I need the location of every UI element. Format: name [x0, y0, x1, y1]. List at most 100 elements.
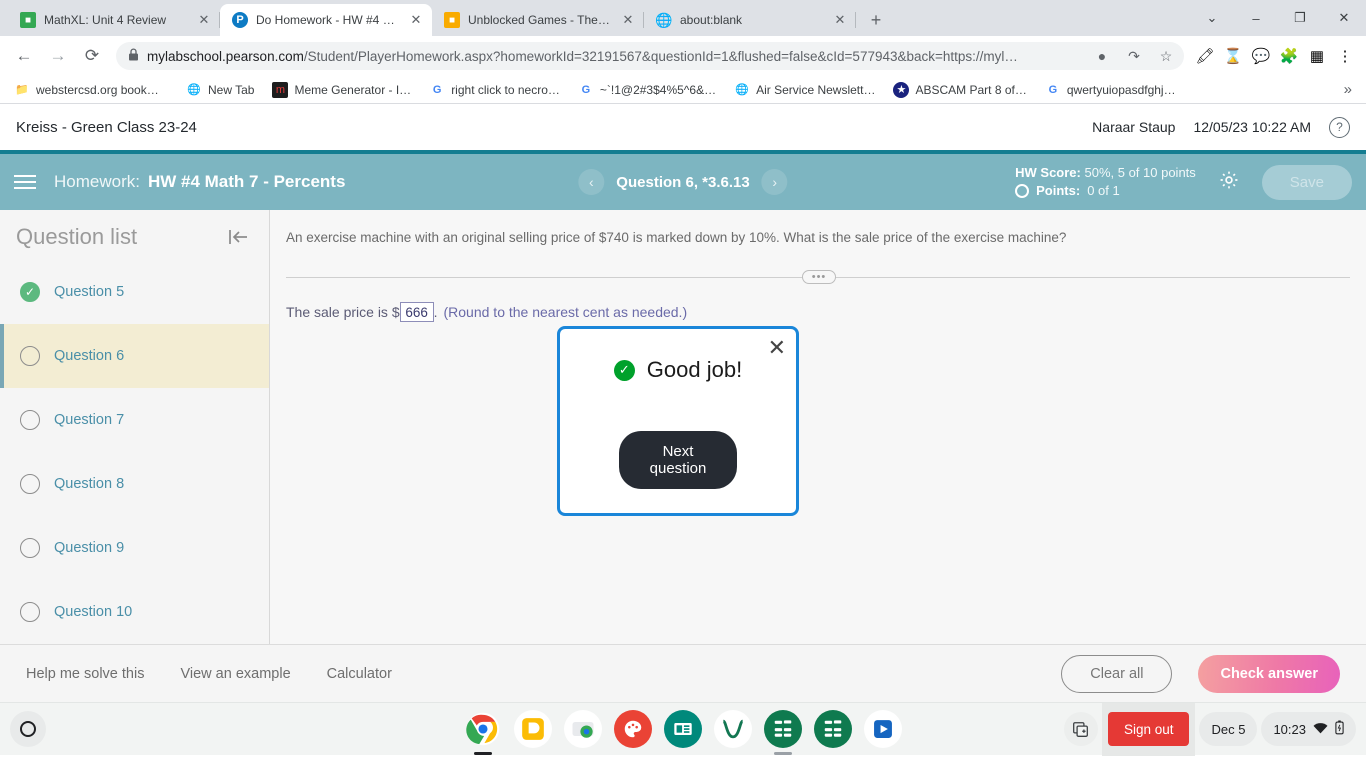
next-question-button[interactable]: Next question: [619, 431, 737, 489]
empty-circle-icon: [20, 602, 40, 622]
question-list-item-8[interactable]: Question 8: [0, 452, 269, 516]
next-question-icon[interactable]: ›: [761, 169, 788, 195]
purple-extension-icon[interactable]: 💬: [1248, 43, 1274, 69]
answer-row: The sale price is $ . (Round to the near…: [286, 302, 1350, 323]
browser-tab-strip: ■ MathXL: Unit 4 Review ✕ P Do Homework …: [0, 0, 1366, 36]
desmos-icon[interactable]: [714, 710, 752, 748]
canvas-paint-icon[interactable]: [614, 710, 652, 748]
chrome-webstore-icon[interactable]: [564, 710, 602, 748]
empty-circle-icon: [20, 346, 40, 366]
back-icon[interactable]: ←: [8, 40, 40, 72]
gear-icon[interactable]: [1218, 169, 1240, 195]
calculator-link[interactable]: Calculator: [327, 666, 392, 682]
launcher-icon[interactable]: [10, 711, 46, 747]
save-button[interactable]: Save: [1261, 164, 1352, 200]
close-window-button[interactable]: ✕: [1322, 0, 1366, 36]
bookmark-item[interactable]: m Meme Generator - I…: [264, 79, 419, 101]
folder-icon: 📁: [15, 84, 29, 96]
news-app-icon[interactable]: [664, 710, 702, 748]
browser-tab-3[interactable]: ■ Unblocked Games - The Final Ea ✕: [432, 4, 644, 36]
system-tray: Sign out Dec 5 10:23: [1063, 702, 1356, 756]
header-user-info: Naraar Staup 12/05/23 10:22 AM ?: [1092, 116, 1350, 138]
content-divider: •••: [286, 270, 1350, 285]
bookmark-item[interactable]: G ~`!1@2#3$4%5^6&…: [570, 79, 724, 101]
pen-extension-icon[interactable]: 🖍: [1192, 43, 1218, 69]
forward-icon[interactable]: →: [42, 40, 74, 72]
divider-handle[interactable]: •••: [802, 270, 836, 285]
bookmark-item[interactable]: 📁 webstercsd.org bookmarks: [6, 79, 176, 101]
bookmark-item[interactable]: G qwertyuiopasdfghj…: [1037, 79, 1184, 101]
google-drive-icon[interactable]: [514, 710, 552, 748]
globe-icon: 🌐: [187, 84, 201, 96]
question-list-item-6[interactable]: Question 6: [0, 324, 269, 388]
browser-tab-1[interactable]: ■ MathXL: Unit 4 Review ✕: [8, 4, 220, 36]
points-status-icon: [1015, 184, 1030, 198]
clear-all-button[interactable]: Clear all: [1061, 654, 1173, 693]
google-icon: G: [581, 83, 591, 96]
bookmarks-overflow-button[interactable]: »: [1338, 79, 1358, 100]
answer-input[interactable]: [399, 302, 434, 323]
question-list-item-10[interactable]: Question 10: [0, 580, 269, 644]
browser-tab-title: Do Homework - HW #4 Math 7 -: [256, 13, 400, 27]
close-icon[interactable]: ✕: [196, 12, 212, 28]
question-list-item-label: Question 6: [54, 348, 125, 364]
calculator-2-icon[interactable]: [814, 710, 852, 748]
hw-score-value: 50%, 5 of 10 points: [1084, 165, 1196, 180]
os-shelf: Sign out Dec 5 10:23: [0, 702, 1366, 756]
extensions-puzzle-icon[interactable]: 🧩: [1276, 43, 1302, 69]
share-icon[interactable]: ↷: [1122, 44, 1146, 68]
close-icon[interactable]: ✕: [620, 12, 636, 28]
bookmark-item[interactable]: ★ ABSCAM Part 8 of…: [885, 79, 1034, 101]
browser-tab-4[interactable]: 🌐 about:blank ✕: [644, 4, 856, 36]
answer-prefix: The sale price is $: [286, 304, 400, 321]
url-path: /Student/PlayerHomework.aspx?homeworkId=…: [303, 48, 1018, 64]
bookmark-item[interactable]: G right click to necro…: [421, 79, 568, 101]
browser-tab-2[interactable]: P Do Homework - HW #4 Math 7 - ✕: [220, 4, 432, 36]
bookmark-item[interactable]: 🌐 Air Service Newslett…: [726, 79, 883, 101]
new-tab-button[interactable]: +: [862, 6, 890, 34]
check-answer-button[interactable]: Check answer: [1198, 654, 1340, 693]
bookmarks-bar: 📁 webstercsd.org bookmarks 🌐 New Tab m M…: [0, 76, 1366, 104]
question-list-panel: Question list ✓ Question 5 Question 6 Qu…: [0, 210, 270, 644]
clock-label: 10:23: [1273, 721, 1306, 737]
previous-question-icon[interactable]: ‹: [578, 169, 605, 195]
question-navigator: ‹ Question 6, *3.6.13 ›: [578, 169, 788, 195]
side-panel-icon[interactable]: ▦: [1304, 43, 1330, 69]
address-bar[interactable]: mylabschool.pearson.com/Student/PlayerHo…: [116, 42, 1184, 70]
status-tray-button[interactable]: 10:23: [1261, 712, 1356, 746]
bookmark-label: webstercsd.org bookmarks: [36, 82, 168, 97]
menu-icon[interactable]: [14, 175, 40, 189]
sign-out-button[interactable]: Sign out: [1107, 712, 1190, 746]
calculator-icon[interactable]: [764, 710, 802, 748]
question-list-item-label: Question 10: [54, 604, 133, 620]
view-an-example-link[interactable]: View an example: [180, 666, 290, 682]
maximize-button[interactable]: ❐: [1278, 0, 1322, 36]
location-pin-icon[interactable]: ●: [1090, 44, 1114, 68]
date-tray-button[interactable]: Dec 5: [1199, 712, 1258, 746]
help-me-solve-this-link[interactable]: Help me solve this: [26, 666, 144, 682]
close-icon[interactable]: ✕: [832, 12, 848, 28]
collapse-panel-icon[interactable]: [227, 228, 249, 246]
empty-circle-icon: [20, 474, 40, 494]
close-icon[interactable]: ✕: [408, 12, 424, 28]
minimize-button[interactable]: –: [1234, 0, 1278, 36]
current-datetime: 12/05/23 10:22 AM: [1193, 119, 1311, 135]
assignment-toolbar: Homework: HW #4 Math 7 - Percents ‹ Ques…: [0, 154, 1366, 210]
tab-search-icon[interactable]: ⌄: [1190, 0, 1234, 36]
question-list-item-9[interactable]: Question 9: [0, 516, 269, 580]
screen-capture-icon[interactable]: [1063, 712, 1098, 746]
bookmark-item[interactable]: 🌐 New Tab: [178, 79, 262, 101]
points-value: 0 of 1: [1087, 183, 1120, 198]
hourglass-extension-icon[interactable]: ⌛: [1220, 43, 1246, 69]
question-list-item-5[interactable]: ✓ Question 5: [0, 260, 269, 324]
lock-icon: [128, 48, 139, 64]
reload-icon[interactable]: ⟳: [76, 40, 108, 72]
bookmark-star-icon[interactable]: ☆: [1154, 44, 1178, 68]
close-icon[interactable]: ✕: [768, 337, 786, 359]
question-list-item-7[interactable]: Question 7: [0, 388, 269, 452]
question-content: An exercise machine with an original sel…: [270, 210, 1366, 644]
help-icon[interactable]: ?: [1329, 116, 1350, 138]
chrome-icon[interactable]: [464, 710, 502, 748]
chrome-menu-icon[interactable]: ⋮: [1332, 43, 1358, 69]
media-player-icon[interactable]: [864, 710, 902, 748]
